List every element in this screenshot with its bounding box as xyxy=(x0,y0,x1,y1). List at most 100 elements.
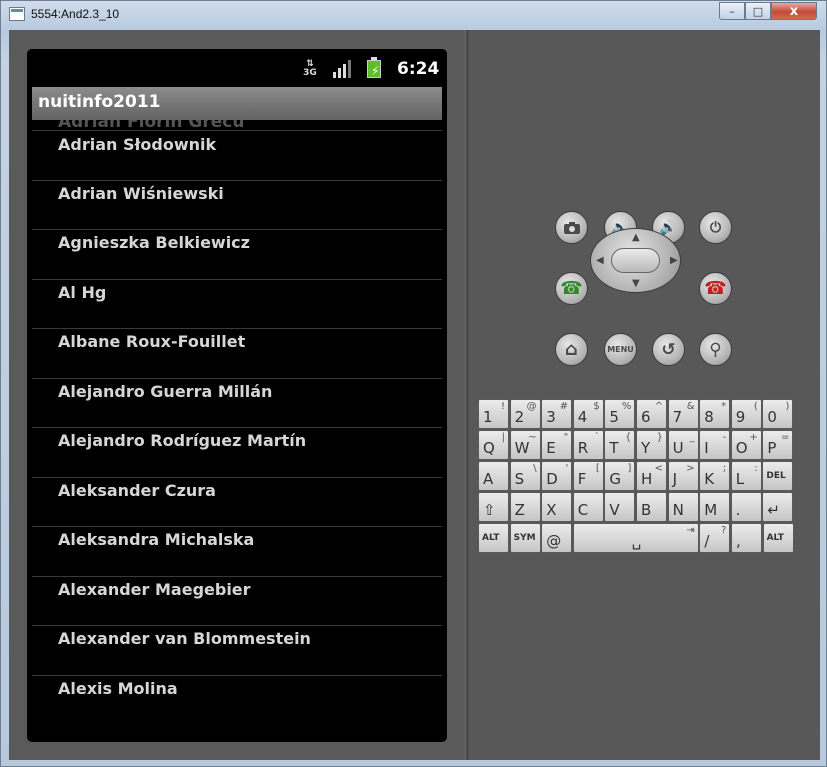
sym-key[interactable]: SYM xyxy=(509,523,541,553)
shift-key[interactable]: ⇧ xyxy=(478,492,509,522)
key-sym4-2[interactable]: @ xyxy=(541,523,573,553)
key-2[interactable]: 2 @ xyxy=(509,399,541,429)
key-0[interactable]: 0) xyxy=(762,399,794,429)
key-label: , xyxy=(736,532,741,550)
key-f[interactable]: F[ xyxy=(572,461,604,491)
close-button[interactable]: x xyxy=(771,2,817,20)
camera-button[interactable] xyxy=(555,211,588,244)
list-item[interactable]: Alejandro Rodríguez Martín xyxy=(32,427,442,477)
key-c[interactable]: C xyxy=(572,492,604,522)
space-key[interactable]: ␣ ⇥ xyxy=(572,523,699,553)
key-j[interactable]: J > xyxy=(667,461,699,491)
dpad-up-arrow-icon[interactable]: ▲ xyxy=(632,233,640,243)
key-label: DEL xyxy=(766,471,786,481)
power-button[interactable]: ⏻ xyxy=(699,211,732,244)
key-label: U xyxy=(672,439,684,457)
key-d[interactable]: D ' xyxy=(541,461,573,491)
key-a[interactable]: A xyxy=(478,461,509,491)
maximize-button[interactable]: □ xyxy=(745,2,771,20)
key-alt-label: ! xyxy=(500,401,505,412)
key-alt-label: < xyxy=(654,463,663,474)
list-item[interactable]: Alejandro Guerra Millán xyxy=(32,378,442,428)
key-label: V xyxy=(609,501,620,519)
dpad-right-arrow-icon[interactable]: ▶ xyxy=(670,256,678,266)
call-button[interactable]: ☎ xyxy=(555,272,588,305)
key-alt-label: # xyxy=(559,401,569,412)
list-item[interactable]: Alexander van Blommestein xyxy=(32,625,442,675)
alt-key[interactable]: ALT xyxy=(478,523,509,553)
key-label: A xyxy=(483,470,494,488)
menu-button[interactable]: MENU xyxy=(604,333,637,366)
key-i[interactable]: I- xyxy=(699,430,731,460)
key-label: Y xyxy=(641,439,651,457)
key-sym4-5[interactable]: , xyxy=(731,523,762,553)
dpad-center-button[interactable] xyxy=(611,248,660,273)
contact-list[interactable]: Adrian Florin Grecu Adrian Słodownik Adr… xyxy=(32,120,442,742)
key-b[interactable]: B xyxy=(636,492,667,522)
key-t[interactable]: T{ xyxy=(604,430,636,460)
list-item[interactable]: Alexis Molina xyxy=(32,675,442,725)
key-8[interactable]: 8 * xyxy=(699,399,731,429)
list-item-label: Alexander Maegebier xyxy=(58,580,251,599)
minimize-button[interactable]: – xyxy=(719,2,745,20)
key-w[interactable]: W ~ xyxy=(509,430,541,460)
key-3[interactable]: 3 # xyxy=(541,399,573,429)
key-m[interactable]: M xyxy=(699,492,731,522)
search-button[interactable]: ⚲ xyxy=(699,333,732,366)
key-z[interactable]: Z xyxy=(509,492,541,522)
key-h[interactable]: H < xyxy=(636,461,667,491)
key-x[interactable]: X xyxy=(541,492,573,522)
list-item[interactable]: Alexander Maegebier xyxy=(32,576,442,626)
key-9[interactable]: 9( xyxy=(730,399,762,429)
key-l[interactable]: L: xyxy=(730,461,762,491)
list-item[interactable]: Agnieszka Belkiewicz xyxy=(32,229,442,279)
back-button[interactable]: ↺ xyxy=(652,333,685,366)
end-call-button[interactable]: ☎ xyxy=(699,272,732,305)
device-screen[interactable]: ⇅ 3G ⚡ 6:24 nuitinfo2011 Adrian Florin G… xyxy=(27,49,447,742)
key-label: . xyxy=(735,501,741,519)
key-label: 4 xyxy=(577,408,588,426)
key-u[interactable]: U _ xyxy=(667,430,699,460)
key-alt-label: ( xyxy=(753,401,758,412)
list-item-label: Alejandro Guerra Millán xyxy=(58,382,273,401)
key-e[interactable]: E " xyxy=(541,430,573,460)
key-5[interactable]: 5% xyxy=(604,399,636,429)
key-o[interactable]: O + xyxy=(730,430,762,460)
dpad-left-arrow-icon[interactable]: ◀ xyxy=(596,256,604,266)
key-y[interactable]: Y} xyxy=(636,430,667,460)
key-alt-label: $ xyxy=(593,401,600,412)
key-sym3-8[interactable]: . xyxy=(730,492,762,522)
key-alt-label: { xyxy=(625,432,632,443)
key-alt-label: ; xyxy=(722,463,727,474)
key-q[interactable]: Q | xyxy=(478,430,509,460)
enter-key[interactable]: ↵ xyxy=(762,492,794,522)
alt-key[interactable]: ALT xyxy=(762,523,794,553)
delete-key[interactable]: DEL xyxy=(762,461,794,491)
key-alt-label: " xyxy=(563,432,569,443)
dpad-down-arrow-icon[interactable]: ▼ xyxy=(632,279,640,289)
list-item[interactable]: Albane Roux-Fouillet xyxy=(32,328,442,378)
key-g[interactable]: G] xyxy=(604,461,636,491)
title-bar[interactable]: 5554:And2.3_10 – □ x xyxy=(1,1,827,29)
list-item[interactable]: Aleksander Czura xyxy=(32,477,442,527)
list-item[interactable]: Aleksandra Michalska xyxy=(32,526,442,576)
key-sym4-4[interactable]: /? xyxy=(699,523,731,553)
key-s[interactable]: S \ xyxy=(509,461,541,491)
key-r[interactable]: R ` xyxy=(572,430,604,460)
list-item[interactable]: Adrian Słodownik xyxy=(32,130,442,180)
key-label: G xyxy=(609,470,622,488)
key-1[interactable]: 1! xyxy=(478,399,509,429)
key-7[interactable]: 7 & xyxy=(667,399,699,429)
dpad[interactable]: ▲ ▼ ◀ ▶ xyxy=(590,228,681,293)
list-item[interactable]: Adrian Wiśniewski xyxy=(32,180,442,230)
key-n[interactable]: N xyxy=(667,492,699,522)
key-6[interactable]: 6 ^ xyxy=(636,399,667,429)
key-label: / xyxy=(704,532,710,550)
key-label: ALT xyxy=(482,533,500,543)
list-item[interactable]: Al Hg xyxy=(32,279,442,329)
key-v[interactable]: V xyxy=(604,492,636,522)
key-p[interactable]: P = xyxy=(762,430,794,460)
key-4[interactable]: 4 $ xyxy=(572,399,604,429)
home-button[interactable]: ⌂ xyxy=(555,333,588,366)
key-k[interactable]: K; xyxy=(699,461,731,491)
